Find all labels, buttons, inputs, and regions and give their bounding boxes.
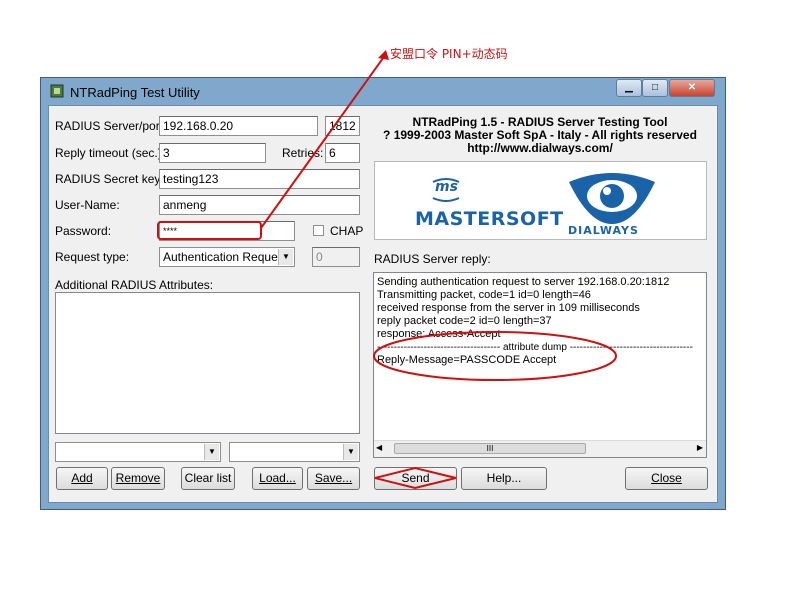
annotation-overlay: [157, 50, 617, 490]
password-highlight-box: [157, 221, 262, 240]
annotation-arrow-line: [260, 53, 387, 229]
annotation-arrow-head: [378, 50, 389, 60]
send-highlight-diamond: [374, 466, 457, 490]
reply-highlight-ellipse: [373, 331, 617, 381]
